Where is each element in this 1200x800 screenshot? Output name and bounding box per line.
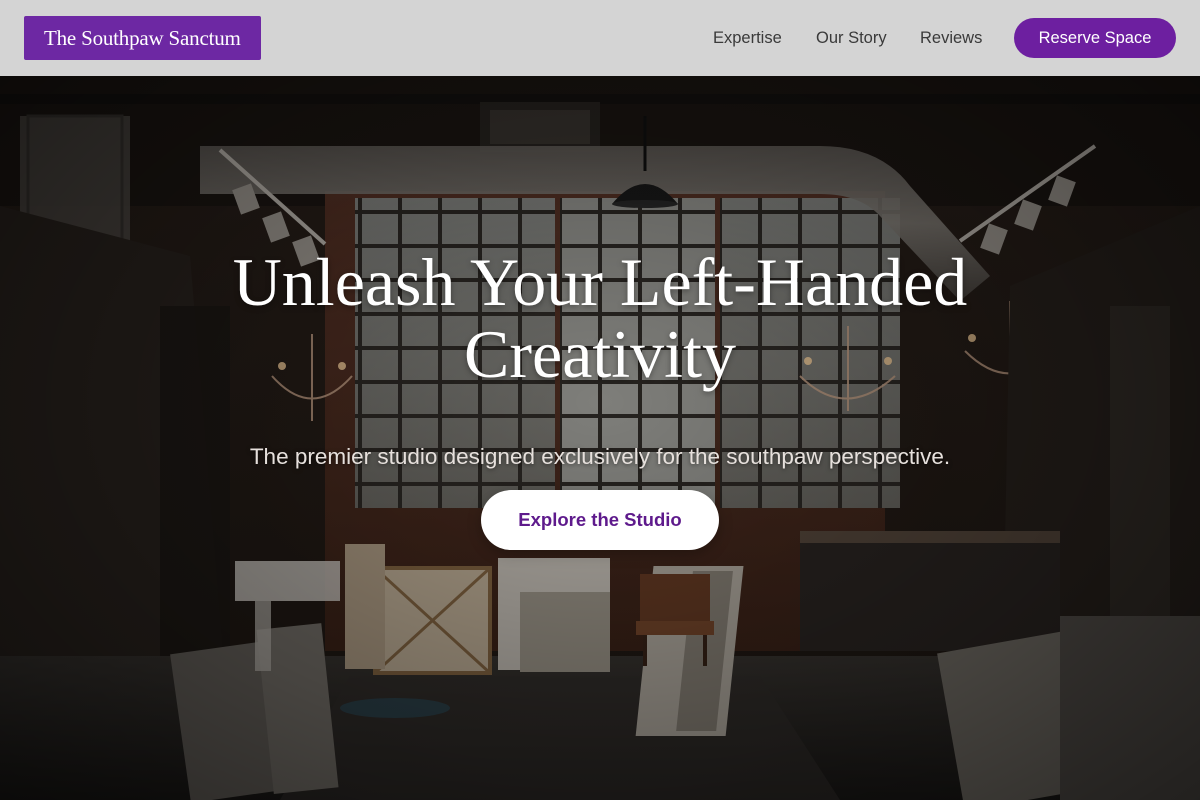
- nav-link-expertise[interactable]: Expertise: [713, 28, 782, 48]
- nav-link-our-story[interactable]: Our Story: [816, 28, 887, 48]
- hero-heading-line-2: Creativity: [464, 316, 736, 392]
- hero-section: Unleash Your Left-Handed Creativity The …: [0, 76, 1200, 800]
- hero-heading-line-1: Unleash Your Left-Handed: [232, 244, 968, 320]
- hero-overlay: [0, 76, 1200, 800]
- top-nav: The Southpaw Sanctum Expertise Our Story…: [0, 0, 1200, 76]
- hero-subtitle: The premier studio designed exclusively …: [249, 443, 951, 469]
- hero-heading: Unleash Your Left-Handed Creativity: [0, 246, 1200, 390]
- brand-logo[interactable]: The Southpaw Sanctum: [24, 16, 261, 60]
- nav-link-reviews[interactable]: Reviews: [920, 28, 982, 48]
- reserve-space-button[interactable]: Reserve Space: [1014, 18, 1176, 58]
- explore-studio-button[interactable]: Explore the Studio: [481, 490, 719, 550]
